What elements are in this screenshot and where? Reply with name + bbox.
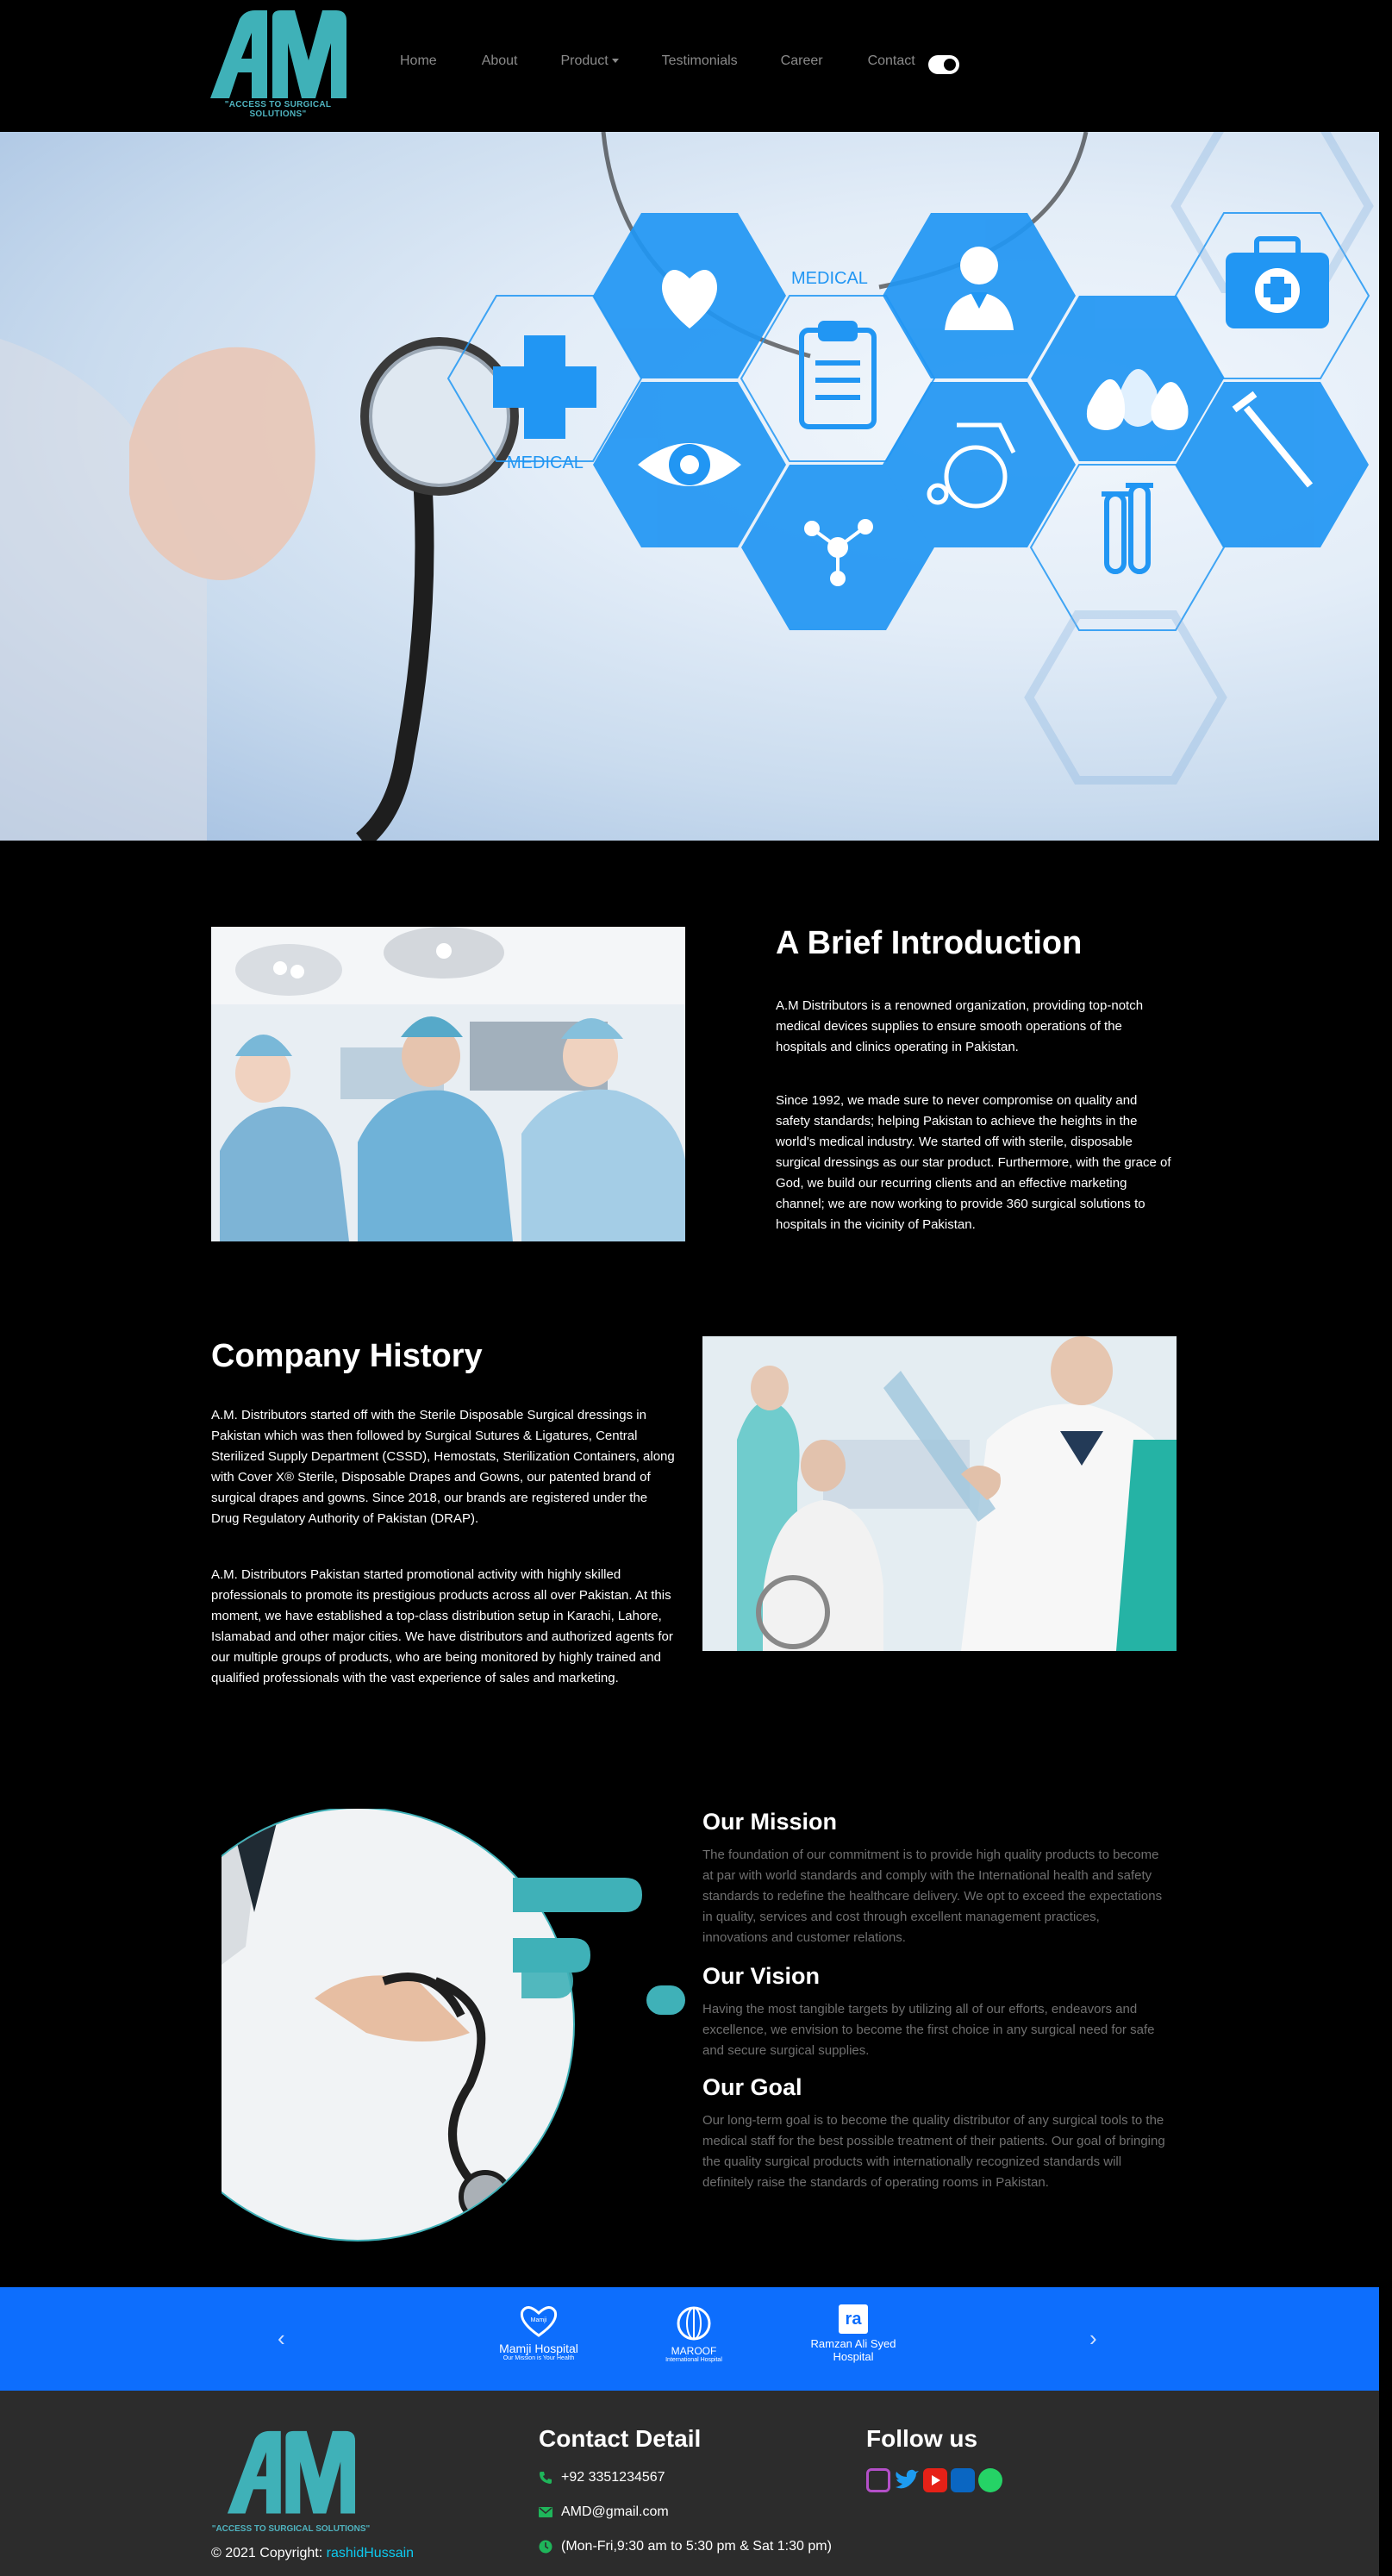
intro-paragraph-1: A.M Distributors is a renowned organizat… bbox=[776, 998, 1144, 1054]
test-tubes-icon bbox=[1102, 483, 1153, 574]
carousel-prev-button[interactable]: ‹ bbox=[278, 2325, 285, 2352]
partner-ramzan-ali: ra Ramzan Ali Syed Hospital bbox=[797, 2304, 909, 2363]
history-title: Company History bbox=[211, 1338, 483, 1374]
globe-icon bbox=[677, 2306, 711, 2341]
logo-tagline: "ACCESS TO SURGICAL SOLUTIONS" bbox=[224, 100, 332, 119]
hero-label-medical-2: MEDICAL bbox=[507, 453, 584, 472]
footer-logo[interactable]: "ACCESS TO SURGICAL SOLUTIONS" bbox=[211, 2429, 371, 2534]
carousel-next-button[interactable]: › bbox=[1089, 2325, 1097, 2352]
doctor-stethoscope-photo bbox=[140, 1807, 685, 2244]
instagram-icon[interactable] bbox=[866, 2468, 890, 2492]
brand-logo[interactable]: "ACCESS TO SURGICAL SOLUTIONS" bbox=[198, 9, 358, 119]
svg-text:Mamji: Mamji bbox=[531, 2317, 547, 2323]
doctors-photo bbox=[702, 1336, 1177, 1651]
linkedin-icon[interactable] bbox=[951, 2468, 975, 2492]
partner-tagline: International Hospital bbox=[665, 2357, 722, 2363]
contact-phone: +92 3351234567 bbox=[539, 2470, 665, 2485]
intro-paragraph-2: Since 1992, we made sure to never compro… bbox=[776, 1093, 1171, 1232]
social-links bbox=[866, 2468, 1002, 2492]
hero-illustration: MEDICAL MEDICAL bbox=[0, 132, 1374, 841]
contact-email: AMD@gmail.com bbox=[539, 2504, 669, 2520]
clipboard-icon bbox=[799, 321, 877, 429]
nav-about[interactable]: About bbox=[482, 53, 518, 69]
mission-title: Our Mission bbox=[702, 1809, 838, 1835]
am-logo-icon bbox=[210, 10, 346, 98]
email-address[interactable]: AMD@gmail.com bbox=[561, 2504, 669, 2520]
phone-number[interactable]: +92 3351234567 bbox=[561, 2470, 665, 2485]
hero-banner: MEDICAL MEDICAL bbox=[0, 132, 1379, 841]
youtube-icon[interactable] bbox=[923, 2468, 947, 2492]
toggle-knob bbox=[944, 59, 956, 71]
opening-hours: (Mon-Fri,9:30 am to 5:30 pm & Sat 1:30 p… bbox=[561, 2539, 832, 2554]
partner-name: Ramzan Ali Syed Hospital bbox=[810, 2337, 896, 2363]
hand-shape bbox=[129, 347, 315, 580]
nav-product[interactable]: Product bbox=[561, 53, 619, 69]
contact-hours: (Mon-Fri,9:30 am to 5:30 pm & Sat 1:30 p… bbox=[539, 2539, 832, 2554]
mamji-heart-icon: Mamji bbox=[520, 2306, 558, 2337]
twitter-icon[interactable] bbox=[894, 2468, 920, 2492]
partner-name: Mamji Hospital bbox=[499, 2342, 578, 2355]
theme-toggle[interactable] bbox=[928, 55, 959, 74]
goal-title: Our Goal bbox=[702, 2074, 802, 2100]
goal-text: Our long-term goal is to become the qual… bbox=[702, 2113, 1165, 2190]
partner-mamji: Mamji Mamji Hospital Our Mission is Your… bbox=[483, 2304, 595, 2361]
whatsapp-icon[interactable] bbox=[978, 2468, 1002, 2492]
footer: "ACCESS TO SURGICAL SOLUTIONS" © 2021 Co… bbox=[0, 2391, 1379, 2576]
footer-logo-tagline: "ACCESS TO SURGICAL SOLUTIONS" bbox=[211, 2524, 371, 2534]
ra-logo-icon: ra bbox=[839, 2304, 868, 2334]
hero-label-medical-1: MEDICAL bbox=[791, 269, 868, 288]
copyright-text: © 2021 Copyright: bbox=[211, 2546, 323, 2560]
nav-testimonials[interactable]: Testimonials bbox=[662, 53, 738, 69]
nav-home[interactable]: Home bbox=[400, 53, 437, 69]
navbar: "ACCESS TO SURGICAL SOLUTIONS" Home Abou… bbox=[0, 0, 1379, 132]
partner-tagline: Our Mission is Your Health bbox=[502, 2355, 575, 2361]
mail-icon bbox=[539, 2507, 552, 2517]
phone-icon bbox=[540, 2472, 552, 2484]
mission-text: The foundation of our commitment is to p… bbox=[702, 1848, 1163, 1945]
partner-name: MAROOF bbox=[671, 2345, 717, 2357]
clock-icon bbox=[539, 2540, 552, 2554]
main-menu: Home About Product Testimonials Career C… bbox=[400, 53, 915, 69]
nav-career[interactable]: Career bbox=[781, 53, 823, 69]
nav-product-label: Product bbox=[560, 53, 609, 68]
surgeons-photo bbox=[211, 927, 685, 1241]
am-logo-icon bbox=[227, 2430, 356, 2514]
copyright: © 2021 Copyright: rashidHussain bbox=[211, 2546, 414, 2561]
history-paragraph-2: A.M. Distributors Pakistan started promo… bbox=[211, 1567, 673, 1685]
vision-text: Having the most tangible targets by util… bbox=[702, 2002, 1155, 2058]
contact-title: Contact Detail bbox=[539, 2425, 702, 2452]
partners-carousel: ‹ › Mamji Mamji Hospital Our Mission is … bbox=[0, 2287, 1379, 2391]
chevron-down-icon bbox=[611, 59, 619, 64]
copyright-link[interactable]: rashidHussain bbox=[327, 2546, 414, 2560]
medical-kit-icon bbox=[1226, 236, 1329, 328]
intro-title: A Brief Introduction bbox=[776, 925, 1083, 961]
vision-title: Our Vision bbox=[702, 1963, 821, 1989]
history-paragraph-1: A.M. Distributors started off with the S… bbox=[211, 1408, 675, 1526]
partner-maroof: MAROOF International Hospital bbox=[651, 2306, 737, 2363]
follow-title: Follow us bbox=[866, 2425, 978, 2452]
nav-contact[interactable]: Contact bbox=[868, 53, 915, 69]
stethoscope-tube bbox=[355, 476, 434, 841]
